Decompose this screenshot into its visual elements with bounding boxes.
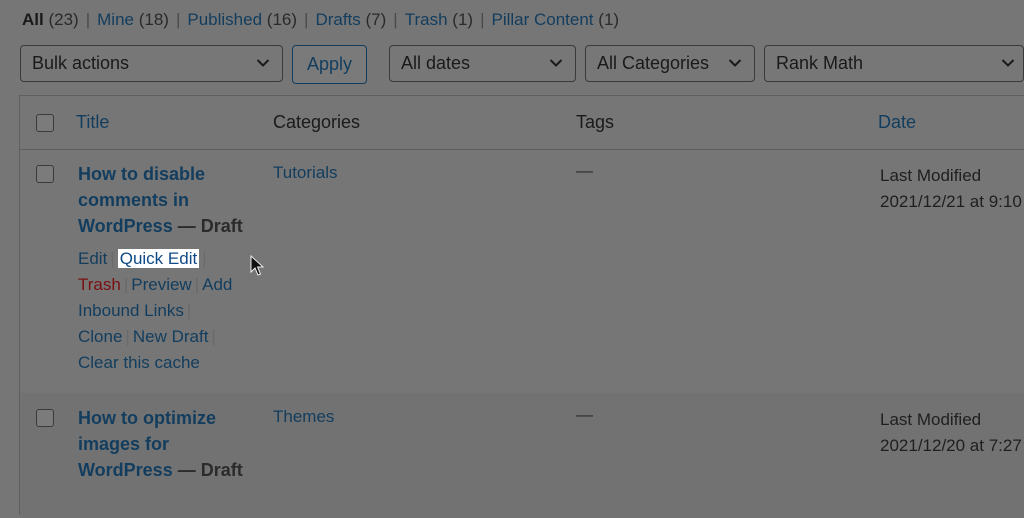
category-filter-value: All Categories bbox=[597, 53, 710, 73]
action-separator: | bbox=[211, 327, 216, 346]
bulk-actions-select[interactable]: Bulk actions bbox=[20, 45, 283, 82]
date-filter-select[interactable]: All dates bbox=[389, 45, 576, 82]
action-separator: | bbox=[125, 327, 130, 346]
table-row: How to disable comments in WordPress — D… bbox=[20, 149, 1024, 393]
posts-table: Title Categories Tags Date How to disabl… bbox=[19, 95, 1024, 518]
action-separator: | bbox=[110, 249, 115, 268]
row-checkbox[interactable] bbox=[36, 165, 54, 183]
filter-published[interactable]: Published (16) bbox=[187, 10, 297, 29]
table-header: Title Categories Tags Date bbox=[20, 96, 1024, 150]
seo-filter-value: Rank Math bbox=[776, 53, 864, 73]
select-all-checkbox[interactable] bbox=[36, 114, 54, 132]
filter-pillar-content[interactable]: Pillar Content (1) bbox=[491, 10, 619, 29]
action-separator: | bbox=[202, 249, 207, 268]
chevron-down-icon bbox=[1001, 59, 1015, 67]
seo-filter-select[interactable]: Rank Math bbox=[764, 45, 1024, 82]
quick-edit-link[interactable]: Quick Edit bbox=[117, 249, 200, 268]
date-value: 2021/12/20 at 7:27 bbox=[880, 436, 1022, 455]
post-title-link[interactable]: How to optimize images for WordPress bbox=[78, 408, 216, 480]
new-draft-link[interactable]: New Draft bbox=[133, 327, 209, 346]
filter-separator: | bbox=[304, 10, 309, 29]
trash-link[interactable]: Trash bbox=[78, 275, 121, 294]
preview-link[interactable]: Preview bbox=[131, 275, 191, 294]
filter-separator: | bbox=[393, 10, 398, 29]
post-state-dash: — bbox=[177, 460, 196, 480]
column-categories: Categories bbox=[273, 112, 361, 132]
date-cell: Last Modified 2021/12/20 at 7:27 bbox=[880, 407, 1022, 459]
action-separator: | bbox=[123, 275, 129, 294]
date-cell: Last Modified 2021/12/21 at 9:10 bbox=[880, 163, 1022, 215]
row-actions: Edit | Quick Edit | Trash | Preview | Add Inboun… bbox=[78, 246, 278, 376]
filter-separator: | bbox=[480, 10, 485, 29]
column-date[interactable]: Date bbox=[878, 112, 916, 133]
date-label: Last Modified bbox=[880, 166, 982, 185]
date-filter-value: All dates bbox=[401, 53, 471, 73]
clear-cache-link[interactable]: Clear this cache bbox=[78, 353, 200, 372]
tags-cell: — bbox=[576, 161, 593, 180]
filter-drafts[interactable]: Drafts (7) bbox=[315, 10, 386, 29]
row-checkbox[interactable] bbox=[36, 409, 54, 427]
apply-button[interactable]: Apply bbox=[292, 45, 367, 84]
column-tags: Tags bbox=[576, 112, 615, 132]
chevron-down-icon bbox=[728, 59, 742, 67]
filter-mine[interactable]: Mine (18) bbox=[97, 10, 169, 29]
bulk-actions-value: Bulk actions bbox=[32, 53, 130, 73]
chevron-down-icon bbox=[256, 59, 270, 67]
post-state: Draft bbox=[200, 216, 243, 236]
edit-link[interactable]: Edit bbox=[78, 249, 107, 268]
filter-separator: | bbox=[85, 10, 91, 29]
post-state-dash: — bbox=[177, 216, 196, 236]
category-link[interactable]: Themes bbox=[273, 407, 334, 427]
status-filters: All (23) | Mine (18) | Published (16) | Drafts… bbox=[22, 10, 619, 30]
table-row: How to optimize images for WordPress — D… bbox=[20, 393, 1024, 518]
post-title: How to optimize images for WordPress — D… bbox=[78, 405, 253, 483]
filter-all[interactable]: All (23) bbox=[22, 10, 79, 29]
filter-trash[interactable]: Trash (1) bbox=[405, 10, 473, 29]
mouse-cursor-icon bbox=[250, 255, 264, 276]
post-title: How to disable comments in WordPress — D… bbox=[78, 161, 253, 239]
action-separator: | bbox=[186, 301, 192, 320]
clone-link[interactable]: Clone bbox=[78, 327, 122, 346]
column-title[interactable]: Title bbox=[76, 112, 109, 133]
category-filter-select[interactable]: All Categories bbox=[585, 45, 755, 82]
chevron-down-icon bbox=[549, 59, 563, 67]
date-value: 2021/12/21 at 9:10 bbox=[880, 192, 1022, 211]
tags-cell: — bbox=[576, 405, 593, 424]
action-separator: | bbox=[194, 275, 200, 294]
category-link[interactable]: Tutorials bbox=[273, 163, 338, 183]
post-state: Draft bbox=[200, 460, 243, 480]
date-label: Last Modified bbox=[880, 410, 982, 429]
filter-separator: | bbox=[175, 10, 181, 29]
